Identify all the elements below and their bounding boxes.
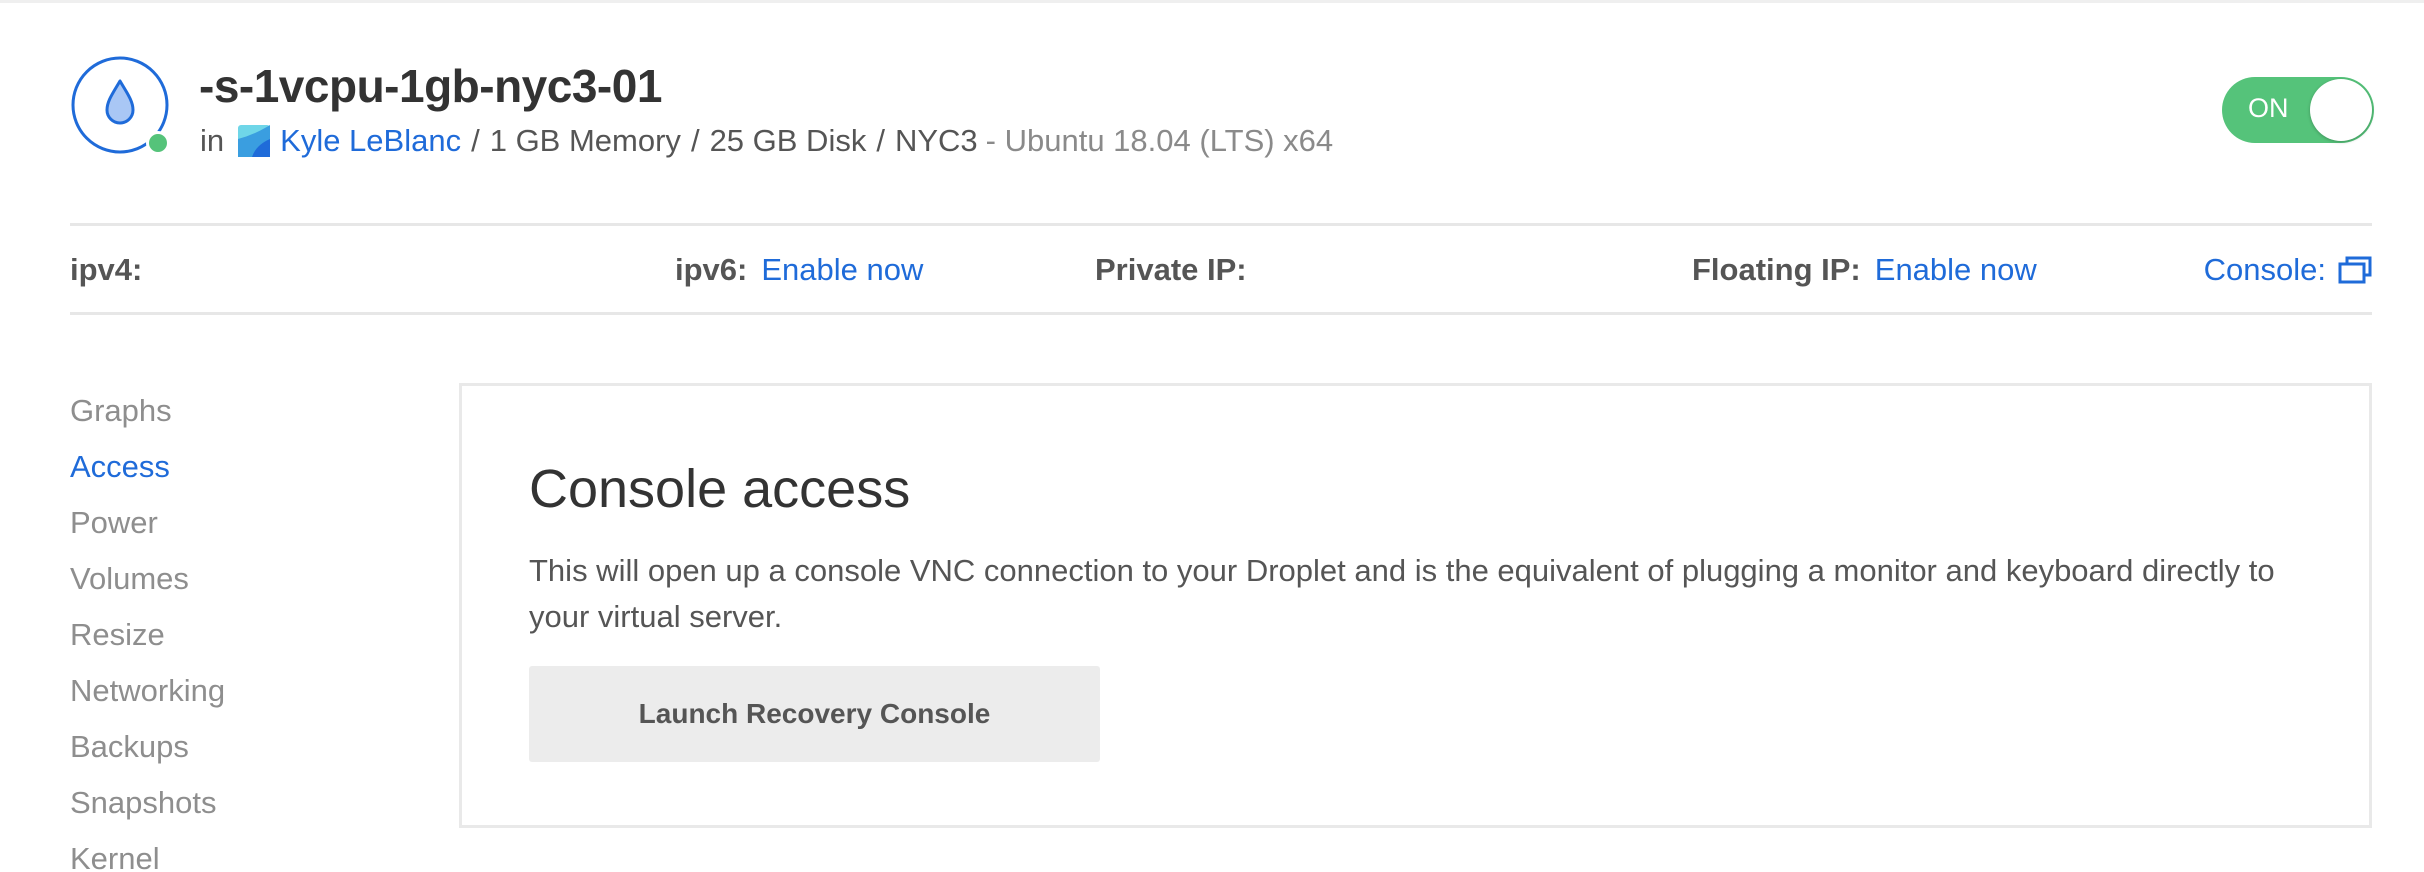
droplet-sidebar-nav: Graphs Access Power Volumes Resize Netwo… bbox=[70, 383, 370, 872]
ipv4-label: ipv4: bbox=[70, 252, 143, 287]
sidebar-item-snapshots[interactable]: Snapshots bbox=[70, 775, 370, 831]
disk-spec: 25 GB Disk bbox=[709, 123, 867, 158]
sidebar-item-volumes[interactable]: Volumes bbox=[70, 551, 370, 607]
external-window-icon bbox=[2338, 256, 2372, 284]
subtitle-prefix: in bbox=[200, 123, 225, 158]
os-spec: - Ubuntu 18.04 (LTS) x64 bbox=[985, 123, 1334, 158]
separator: / bbox=[690, 123, 700, 158]
sidebar-item-resize[interactable]: Resize bbox=[70, 607, 370, 663]
sidebar-item-graphs[interactable]: Graphs bbox=[70, 383, 370, 439]
droplet-header: -s-1vcpu-1gb-nyc3-01 in Kyle LeBlanc / 1… bbox=[70, 55, 2370, 165]
sidebar-item-power[interactable]: Power bbox=[70, 495, 370, 551]
floating-ip-enable-link[interactable]: Enable now bbox=[1875, 252, 2037, 287]
team-icon bbox=[238, 125, 271, 157]
status-indicator bbox=[146, 131, 170, 155]
console-label: Console: bbox=[2203, 252, 2326, 287]
private-ip-field: Private IP: bbox=[1095, 252, 1247, 288]
power-toggle-label: ON bbox=[2248, 93, 2289, 123]
floating-ip-label: Floating IP: bbox=[1692, 252, 1861, 287]
droplet-name: -s-1vcpu-1gb-nyc3-01 bbox=[199, 60, 662, 112]
launch-recovery-console-button[interactable]: Launch Recovery Console bbox=[529, 666, 1100, 762]
private-ip-label: Private IP: bbox=[1095, 252, 1247, 287]
team-link[interactable]: Kyle LeBlanc bbox=[280, 123, 461, 159]
separator: / bbox=[471, 123, 480, 158]
sidebar-item-kernel[interactable]: Kernel bbox=[70, 831, 370, 872]
region-spec: NYC3 bbox=[894, 123, 978, 158]
sidebar-item-networking[interactable]: Networking bbox=[70, 663, 370, 719]
sidebar-item-access[interactable]: Access bbox=[70, 439, 370, 495]
console-link[interactable]: Console: bbox=[2204, 252, 2372, 288]
toggle-knob bbox=[2310, 79, 2372, 141]
sidebar-item-backups[interactable]: Backups bbox=[70, 719, 370, 775]
droplet-summary: in Kyle LeBlanc / 1 GB Memory / 25 GB Di… bbox=[200, 123, 1333, 159]
droplet-page: -s-1vcpu-1gb-nyc3-01 in Kyle LeBlanc / 1… bbox=[0, 0, 2424, 872]
panel-description: This will open up a console VNC connecti… bbox=[529, 553, 2275, 634]
ipv6-enable-link[interactable]: Enable now bbox=[761, 252, 923, 287]
ipv4-field: ipv4: bbox=[70, 252, 142, 288]
memory-spec: 1 GB Memory bbox=[489, 123, 681, 158]
ipv6-label: ipv6: bbox=[675, 252, 748, 287]
console-access-panel: Console access This will open up a conso… bbox=[459, 383, 2372, 828]
panel-title: Console access bbox=[529, 459, 911, 519]
network-info-bar: ipv4: ipv6: Enable now Private IP: Floati… bbox=[70, 223, 2372, 315]
separator: / bbox=[876, 123, 885, 158]
droplet-icon bbox=[70, 55, 170, 155]
power-toggle[interactable]: ON bbox=[2222, 77, 2374, 143]
floating-ip-field: Floating IP: Enable now bbox=[1692, 252, 2037, 288]
ipv6-field: ipv6: Enable now bbox=[675, 252, 923, 288]
